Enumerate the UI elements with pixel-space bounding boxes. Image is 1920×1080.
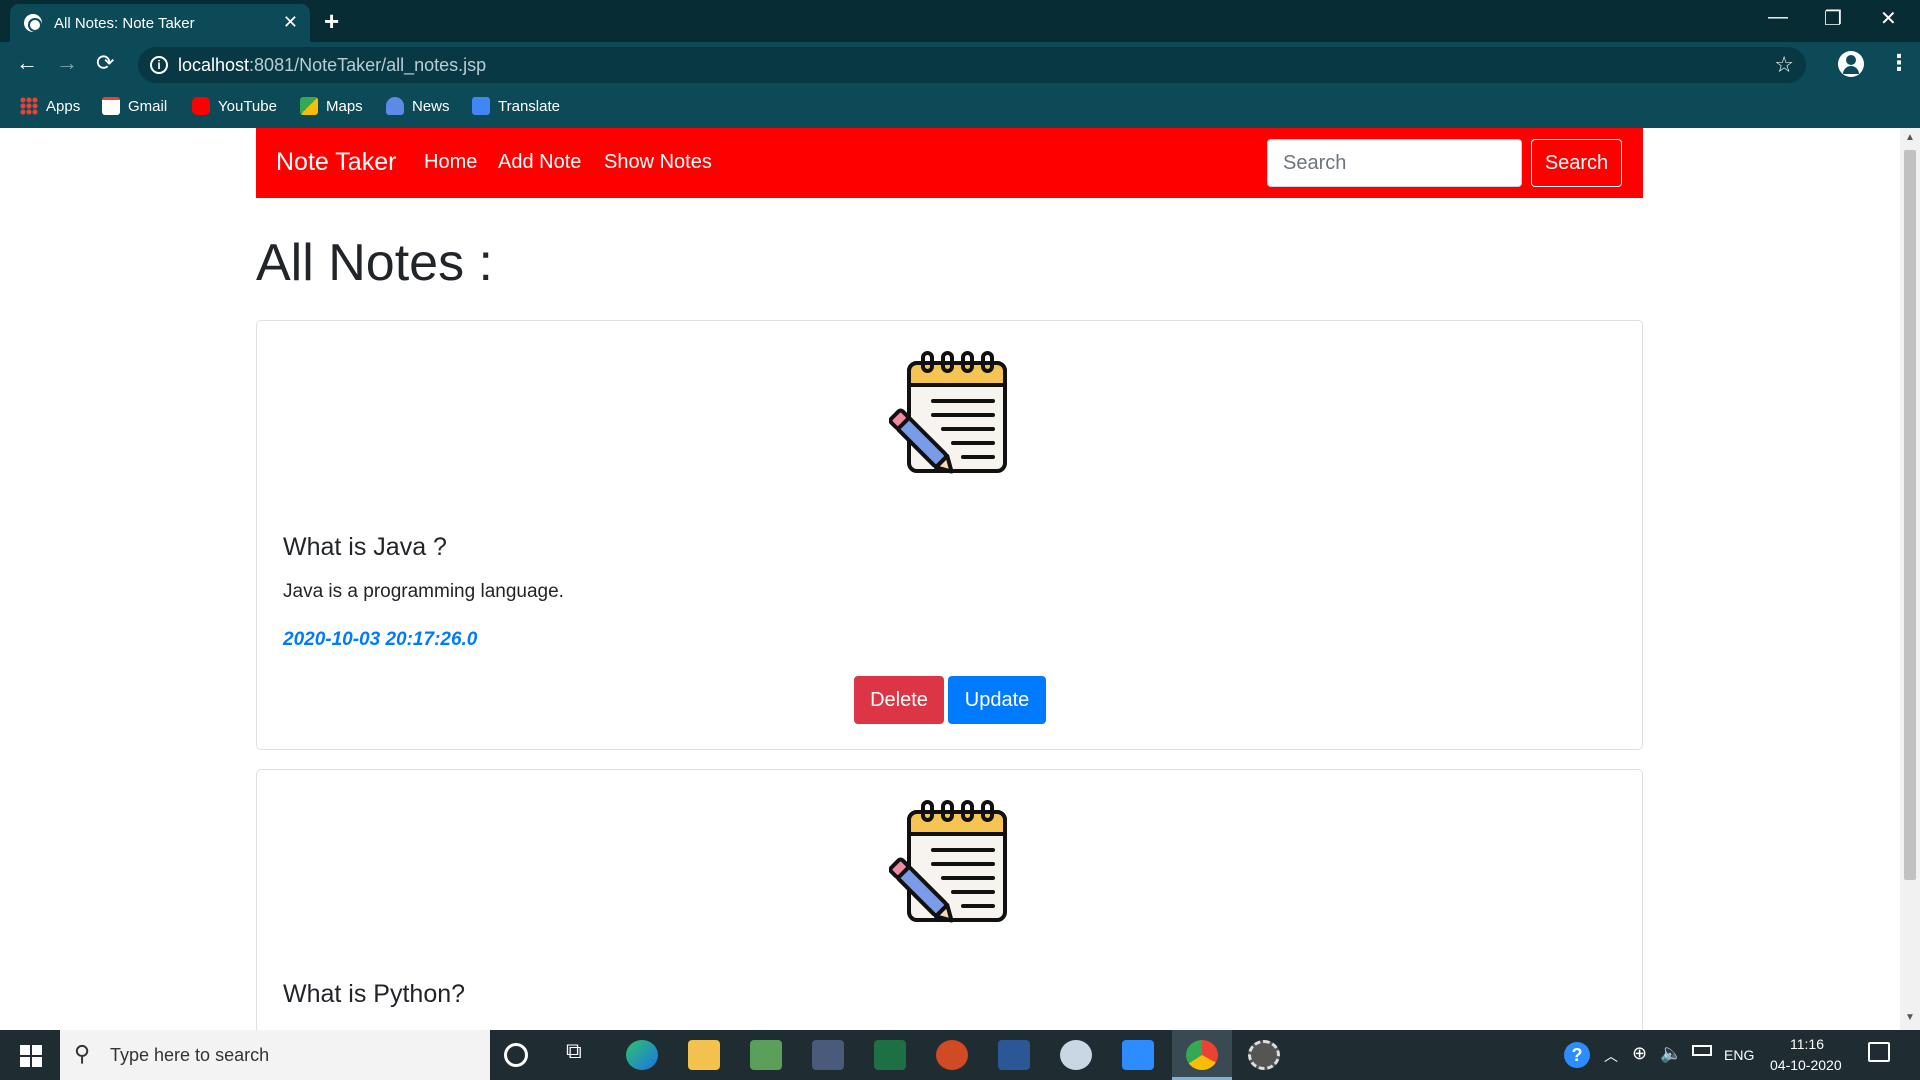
note-content: Java is a programming language. — [283, 581, 564, 602]
menu-kebab-icon[interactable]: ⋮ — [1888, 50, 1910, 76]
navbar-brand[interactable]: Note Taker — [276, 148, 396, 177]
clock-date[interactable]: 04-10-2020 — [1770, 1057, 1842, 1073]
gmail-icon — [102, 97, 120, 115]
search-icon: ⚲ — [74, 1041, 91, 1066]
chevron-up-icon[interactable]: ︿ — [1604, 1046, 1618, 1066]
bookmark-translate[interactable]: Translate — [472, 97, 560, 115]
close-tab-icon[interactable]: ✕ — [283, 12, 298, 33]
note-title: What is Java ? — [283, 533, 447, 561]
note-title: What is Python? — [283, 980, 466, 1008]
bookmark-youtube[interactable]: YouTube — [192, 97, 277, 115]
apps-grid-icon — [20, 97, 38, 115]
browser-toolbar: ← → ⟳ i localhost:8081/NoteTaker/all_not… — [0, 42, 1920, 88]
forward-icon[interactable]: → — [56, 50, 78, 76]
paint-icon[interactable] — [1060, 1040, 1092, 1070]
task-view-icon[interactable]: ⧉ — [566, 1038, 598, 1068]
close-window-icon[interactable]: ✕ — [1880, 6, 1897, 31]
nav-link-home[interactable]: Home — [424, 151, 477, 174]
search-input[interactable] — [1267, 139, 1522, 187]
notification-icon[interactable] — [1868, 1042, 1890, 1062]
edge-icon[interactable] — [626, 1040, 658, 1070]
url-host: localhost — [178, 55, 250, 75]
zoom-icon[interactable] — [1122, 1040, 1154, 1070]
restore-icon[interactable]: ❐ — [1824, 6, 1842, 31]
note-date: 2020-10-03 20:17:26.0 — [283, 629, 478, 650]
cortana-icon[interactable] — [504, 1043, 528, 1067]
bookmarks-bar: Apps Gmail YouTube Maps News Translate — [0, 88, 1920, 128]
scrollbar-thumb[interactable] — [1904, 150, 1916, 880]
settings-gear-icon[interactable] — [1248, 1040, 1280, 1070]
bookmark-maps[interactable]: Maps — [300, 97, 363, 115]
browser-chrome: All Notes: Note Taker ✕ + — ❐ ✕ ← → ⟳ i … — [0, 0, 1920, 128]
bookmark-label: Translate — [498, 97, 560, 115]
page-scrollbar[interactable]: ▲ ▼ — [1900, 128, 1920, 1030]
address-bar[interactable]: i localhost:8081/NoteTaker/all_notes.jsp… — [138, 47, 1806, 83]
network-globe-icon[interactable]: ⊕ — [1632, 1043, 1647, 1064]
youtube-icon — [192, 97, 210, 115]
note-card: What is Java ? Java is a programming lan… — [256, 320, 1643, 750]
tab-bar: All Notes: Note Taker ✕ + — ❐ ✕ — [0, 0, 1920, 42]
info-icon[interactable]: i — [150, 56, 168, 74]
maps-icon — [300, 97, 318, 115]
battery-icon[interactable] — [1692, 1045, 1712, 1056]
bookmark-star-icon[interactable]: ☆ — [1774, 52, 1794, 78]
bookmark-label: Gmail — [128, 97, 168, 115]
windows-start-icon[interactable] — [20, 1045, 42, 1067]
word-icon[interactable] — [998, 1040, 1030, 1070]
taskbar-search-box[interactable]: ⚲ Type here to search — [60, 1030, 490, 1080]
bookmark-gmail[interactable]: Gmail — [102, 97, 167, 115]
note-card: What is Python? — [256, 769, 1643, 1030]
news-icon — [386, 97, 404, 115]
app-icon[interactable] — [812, 1040, 844, 1070]
new-tab-button[interactable]: + — [324, 6, 339, 37]
url-path: :8081/NoteTaker/all_notes.jsp — [249, 55, 487, 75]
language-indicator[interactable]: ENG — [1724, 1047, 1754, 1063]
bookmark-label: Maps — [326, 97, 363, 115]
globe-icon — [24, 14, 42, 32]
minimize-icon[interactable]: — — [1768, 6, 1788, 29]
scroll-up-icon[interactable]: ▲ — [1905, 132, 1915, 143]
nav-link-show-notes[interactable]: Show Notes — [604, 151, 712, 174]
excel-icon[interactable] — [874, 1040, 906, 1070]
bookmark-label: Apps — [46, 97, 81, 115]
bookmark-label: YouTube — [218, 97, 277, 115]
translate-icon — [472, 97, 490, 115]
nav-link-add-note[interactable]: Add Note — [498, 151, 581, 174]
volume-icon[interactable]: 🔈 — [1660, 1043, 1682, 1064]
url-text: localhost:8081/NoteTaker/all_notes.jsp — [178, 55, 486, 76]
file-explorer-icon[interactable] — [688, 1040, 720, 1070]
tab-all-notes[interactable]: All Notes: Note Taker ✕ — [10, 4, 310, 42]
profile-avatar-icon[interactable] — [1838, 51, 1864, 77]
reload-icon[interactable]: ⟳ — [96, 50, 114, 76]
bookmark-apps[interactable]: Apps — [20, 97, 80, 115]
navbar: Note Taker Home Add Note Show Notes Sear… — [256, 128, 1643, 198]
bookmark-label: News — [412, 97, 450, 115]
chrome-icon[interactable] — [1186, 1040, 1218, 1070]
back-icon[interactable]: ← — [16, 50, 38, 76]
notepad-icon — [889, 800, 1007, 923]
tab-title: All Notes: Note Taker — [54, 15, 195, 32]
windows-taskbar: ⚲ Type here to search ⧉ ? ︿ ⊕ 🔈 ENG 11:1… — [0, 1030, 1920, 1080]
search-button[interactable]: Search — [1531, 139, 1622, 187]
powerpoint-icon[interactable] — [936, 1040, 968, 1070]
delete-button[interactable]: Delete — [854, 676, 944, 724]
update-button[interactable]: Update — [948, 676, 1046, 724]
page-title: All Notes : — [256, 234, 493, 292]
scroll-down-icon[interactable]: ▼ — [1905, 1012, 1915, 1023]
notepad-icon — [889, 351, 1007, 474]
photos-icon[interactable] — [750, 1040, 782, 1070]
bookmark-news[interactable]: News — [386, 97, 450, 115]
taskbar-search-placeholder: Type here to search — [110, 1045, 270, 1065]
help-icon[interactable]: ? — [1564, 1042, 1590, 1068]
clock-time[interactable]: 11:16 — [1790, 1036, 1824, 1052]
page-viewport: Note Taker Home Add Note Show Notes Sear… — [0, 128, 1900, 1030]
